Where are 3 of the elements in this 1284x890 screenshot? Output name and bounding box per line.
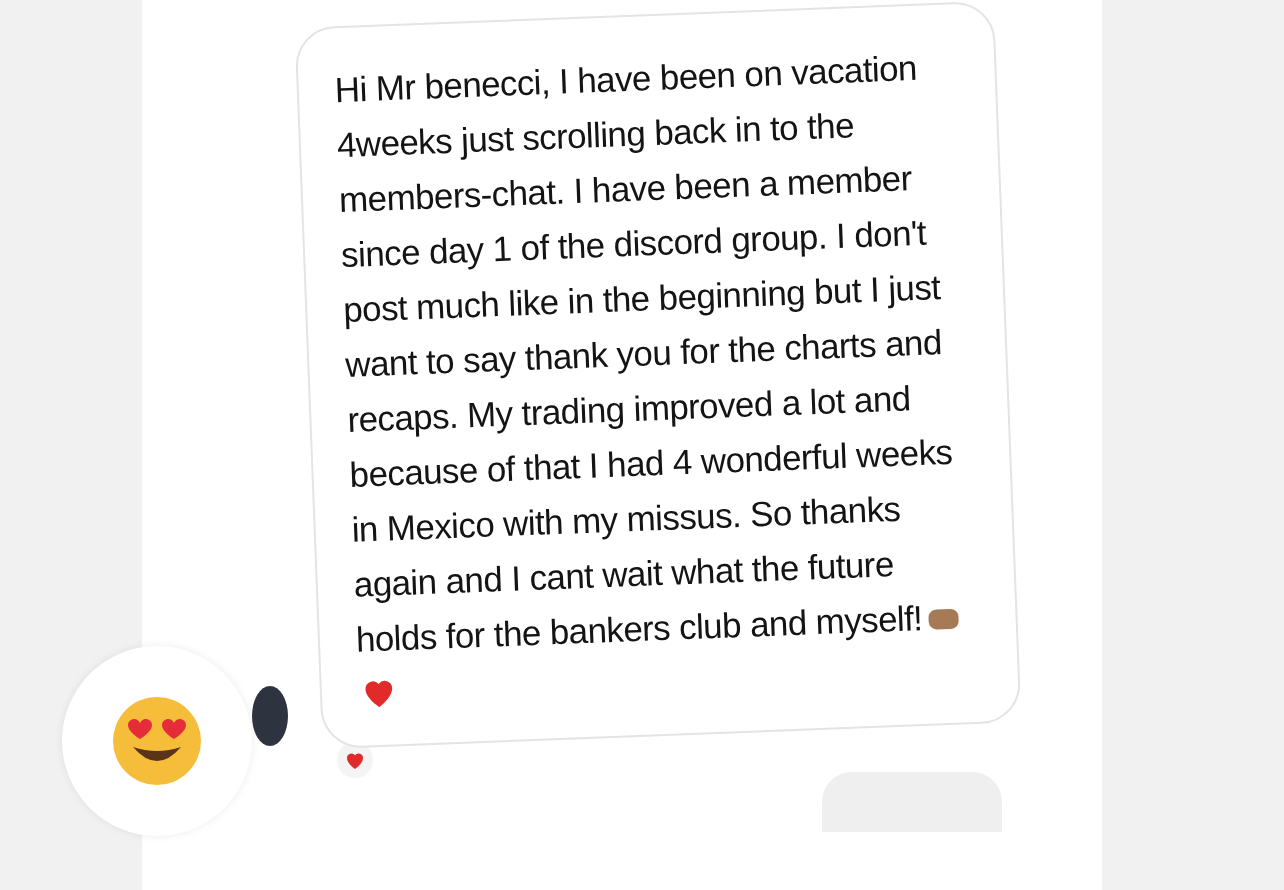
heart-eyes-face-icon bbox=[111, 695, 203, 787]
message-text: Hi Mr benecci, I have been on vacation 4weeks just scrolling back in to the members-chat. I have been a member since day 1 of the discord group. I don't post much like in the beginning but I just want to say thank you for the charts and recaps. My trading improved a lot and because of that I had 4 wonderful weeks in Mexico with my missus. So thanks again and I cant wait what the future holds for the bankers club and myself! bbox=[333, 38, 979, 722]
avatar[interactable] bbox=[252, 686, 288, 746]
